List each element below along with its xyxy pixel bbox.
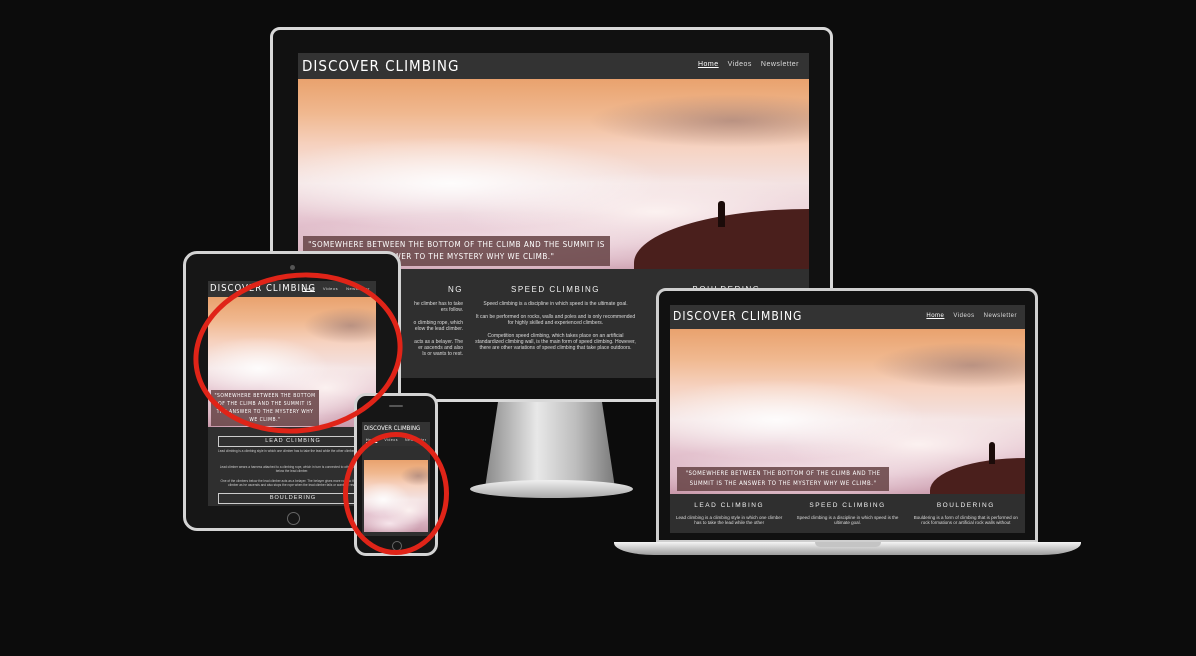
section-speed-text-1: Speed climbing is a discipline in which … <box>483 301 628 307</box>
phone-speaker <box>389 405 403 407</box>
section-speed-title: SPEED CLIMBING <box>510 285 600 294</box>
laptop-nav-home[interactable]: Home <box>926 313 944 319</box>
tablet-camera <box>290 265 295 270</box>
laptop-site-header: DISCOVER CLIMBING Home Videos Newsletter <box>670 305 1025 329</box>
laptop-section-lead-text: Lead climbing is a climbing style in whi… <box>676 515 783 525</box>
nav-videos[interactable]: Videos <box>728 61 752 68</box>
laptop-hero-image: "SOMEWHERE BETWEEN THE BOTTOM OF THE CLI… <box>670 329 1025 494</box>
tablet-home-button[interactable] <box>287 512 300 525</box>
laptop-section-bouldering: BOULDERING Bouldering is a form of climb… <box>907 494 1025 533</box>
tablet-lead-title-box: LEAD CLIMBING <box>218 436 368 447</box>
laptop-nav-videos[interactable]: Videos <box>953 313 974 319</box>
monitor-stand-base <box>470 480 633 498</box>
section-speed-text-2: It can be performed on rocks, walls and … <box>475 314 636 326</box>
laptop-screen: DISCOVER CLIMBING Home Videos Newsletter… <box>670 305 1025 533</box>
laptop: DISCOVER CLIMBING Home Videos Newsletter… <box>656 288 1038 543</box>
laptop-section-lead: LEAD CLIMBING Lead climbing is a climbin… <box>670 494 788 533</box>
phone-highlight-ring <box>343 432 449 555</box>
laptop-hero-quote: "SOMEWHERE BETWEEN THE BOTTOM OF THE CLI… <box>677 467 889 491</box>
site-nav: Home Videos Newsletter <box>698 61 799 68</box>
hero-image: "SOMEWHERE BETWEEN THE BOTTOM OF THE CLI… <box>298 79 809 269</box>
laptop-section-speed-text: Speed climbing is a discipline in which … <box>796 515 899 525</box>
nav-home[interactable]: Home <box>698 61 719 68</box>
site-brand[interactable]: DISCOVER CLIMBING <box>302 57 460 75</box>
laptop-hero-hill <box>930 458 1025 494</box>
laptop-section-speed-title: SPEED CLIMBING <box>809 502 886 509</box>
laptop-section-speed: SPEED CLIMBING Speed climbing is a disci… <box>788 494 906 533</box>
section-speed-text-3: Competition speed climbing, which takes … <box>475 333 636 351</box>
laptop-section-lead-title: LEAD CLIMBING <box>694 502 765 509</box>
monitor-stand-neck <box>485 402 615 488</box>
phone-site-brand[interactable]: DISCOVER CLIMBING <box>364 425 420 432</box>
site-header: DISCOVER CLIMBING Home Videos Newsletter <box>298 53 809 79</box>
laptop-nav-newsletter[interactable]: Newsletter <box>984 313 1017 319</box>
laptop-site-brand[interactable]: DISCOVER CLIMBING <box>673 309 802 323</box>
laptop-section-bouldering-text: Bouldering is a form of climbing that is… <box>913 515 1018 525</box>
laptop-notch <box>815 542 881 547</box>
hero-climber <box>718 201 725 227</box>
laptop-section-bouldering-title: BOULDERING <box>936 502 995 509</box>
nav-newsletter[interactable]: Newsletter <box>761 61 799 68</box>
laptop-sections-row: LEAD CLIMBING Lead climbing is a climbin… <box>670 494 1025 533</box>
laptop-site-nav: Home Videos Newsletter <box>926 313 1017 319</box>
laptop-hero-climber <box>989 442 995 464</box>
tablet-lead-text-1: Lead climbing is a climbing style in whi… <box>217 449 367 453</box>
section-speed: SPEED CLIMBING Speed climbing is a disci… <box>467 273 644 378</box>
